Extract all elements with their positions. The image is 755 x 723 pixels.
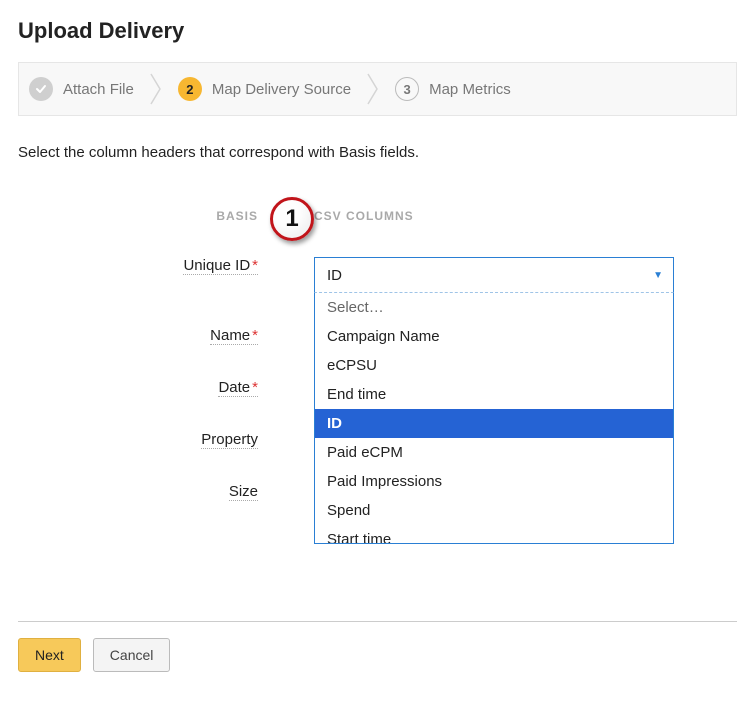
field-size: Size: [229, 483, 258, 501]
dropdown-option-selected[interactable]: ID: [315, 409, 673, 438]
callout-marker: 1: [270, 197, 314, 241]
step-number: 3: [395, 77, 419, 101]
instruction-text: Select the column headers that correspon…: [18, 144, 737, 161]
dropdown-option[interactable]: Paid eCPM: [315, 438, 673, 467]
dropdown-scroll[interactable]: Select… Campaign Name eCPSU End time ID …: [315, 293, 673, 543]
step-map-metrics[interactable]: 3 Map Metrics: [395, 77, 511, 101]
dropdown-option[interactable]: Campaign Name: [315, 322, 673, 351]
csv-column-dropdown: Select… Campaign Name eCPSU End time ID …: [314, 292, 674, 544]
divider: [18, 621, 737, 622]
field-property: Property: [201, 431, 258, 449]
mapping-grid: 1 BASIS CSV COLUMNS Unique ID Name Date …: [18, 209, 737, 501]
field-unique-id: Unique ID: [183, 257, 258, 275]
dropdown-option[interactable]: Spend: [315, 496, 673, 525]
step-label: Map Metrics: [429, 81, 511, 98]
cancel-button[interactable]: Cancel: [93, 638, 171, 672]
basis-header: BASIS: [18, 209, 258, 223]
dropdown-option[interactable]: Paid Impressions: [315, 467, 673, 496]
field-name: Name: [210, 327, 258, 345]
next-button[interactable]: Next: [18, 638, 81, 672]
page-title: Upload Delivery: [18, 18, 737, 44]
check-icon: [29, 77, 53, 101]
step-label: Map Delivery Source: [212, 81, 351, 98]
dropdown-option-placeholder[interactable]: Select…: [315, 293, 673, 322]
csv-column-select[interactable]: ID: [314, 257, 674, 293]
dropdown-option[interactable]: End time: [315, 380, 673, 409]
step-number: 2: [178, 77, 202, 101]
chevron-right-icon: [142, 72, 170, 106]
step-attach-file[interactable]: Attach File: [29, 77, 134, 101]
chevron-right-icon: [359, 72, 387, 106]
step-map-delivery-source[interactable]: 2 Map Delivery Source: [178, 77, 351, 101]
wizard-stepper: Attach File 2 Map Delivery Source 3 Map …: [18, 62, 737, 116]
button-row: Next Cancel: [18, 638, 737, 672]
field-date: Date: [218, 379, 258, 397]
csv-header: CSV COLUMNS: [314, 209, 737, 223]
dropdown-option[interactable]: Start time: [315, 525, 673, 543]
select-value: ID: [327, 267, 342, 284]
step-label: Attach File: [63, 81, 134, 98]
dropdown-option[interactable]: eCPSU: [315, 351, 673, 380]
